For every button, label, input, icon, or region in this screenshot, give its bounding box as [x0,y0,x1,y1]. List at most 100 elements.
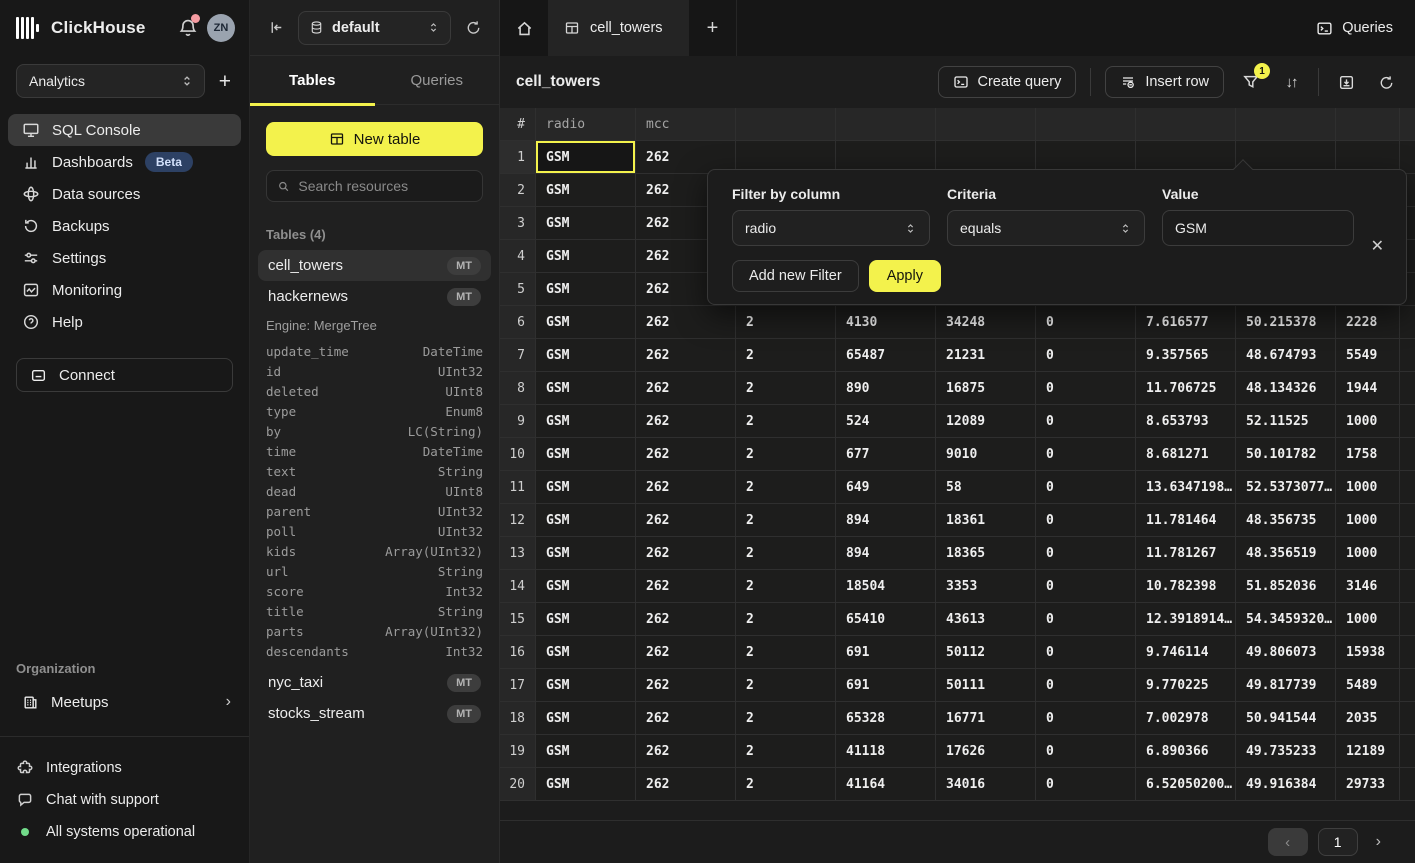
table-cell[interactable]: 9.770225 [1136,669,1236,701]
table-cell[interactable]: 262 [636,636,736,668]
table-cell[interactable]: 50.941544 [1236,702,1336,734]
notifications-bell-icon[interactable] [177,17,199,39]
table-cell[interactable]: 29733 [1336,768,1400,800]
sidebar-item-monitoring[interactable]: Monitoring [8,274,241,306]
table-cell[interactable]: 5489 [1336,669,1400,701]
add-new-filter-button[interactable]: Add new Filter [732,260,859,292]
table-cell[interactable]: 0 [1036,636,1136,668]
table-cell[interactable]: 2 [736,339,836,371]
table-cell[interactable]: 0 [1036,471,1136,503]
column-header[interactable]: # [500,108,536,140]
table-cell[interactable]: 2 [736,471,836,503]
table-cell[interactable]: 2 [736,405,836,437]
table-cell[interactable]: GSM [536,669,636,701]
database-select[interactable]: default [298,11,451,45]
table-cell[interactable]: 1758 [1336,438,1400,470]
sort-button[interactable]: ↓↑ [1278,69,1304,95]
table-cell[interactable]: 48.356735 [1236,504,1336,536]
sidebar-item-backups[interactable]: Backups [8,210,241,242]
table-cell[interactable]: 1000 [1336,471,1400,503]
table-cell[interactable]: GSM [536,471,636,503]
table-cell[interactable]: 49.806073 [1236,636,1336,668]
table-cell[interactable]: 50.101782 [1236,438,1336,470]
table-cell[interactable]: 9.357565 [1136,339,1236,371]
sidebar-item-settings[interactable]: Settings [8,242,241,274]
insert-row-button[interactable]: Insert row [1105,66,1224,98]
add-workspace-button[interactable]: + [217,71,233,92]
table-cell[interactable]: 11.706725 [1136,372,1236,404]
table-cell[interactable]: 3146 [1336,570,1400,602]
table-cell[interactable]: 11.781464 [1136,504,1236,536]
table-cell[interactable]: 2 [736,438,836,470]
table-cell[interactable]: 262 [636,603,736,635]
table-cell[interactable]: 2 [736,669,836,701]
column-header[interactable] [1036,108,1136,140]
table-cell[interactable]: 0 [1036,570,1136,602]
table-cell[interactable]: 262 [636,570,736,602]
table-cell[interactable]: 0 [1036,603,1136,635]
home-icon[interactable] [500,0,548,56]
search-input[interactable] [298,178,472,194]
current-page[interactable]: 1 [1318,828,1358,856]
table-cell[interactable]: GSM [536,636,636,668]
sidebar-item-sql-console[interactable]: SQL Console [8,114,241,146]
table-cell[interactable]: 0 [1036,702,1136,734]
tab-cell-towers[interactable]: cell_towers [548,0,689,56]
table-cell[interactable]: 48.356519 [1236,537,1336,569]
table-cell[interactable]: 677 [836,438,936,470]
filter-value-input[interactable] [1162,210,1354,246]
table-cell[interactable]: 2 [736,504,836,536]
table-cell[interactable]: 5549 [1336,339,1400,371]
table-cell[interactable]: GSM [536,702,636,734]
table-cell[interactable]: 50.215378 [1236,306,1336,338]
table-cell[interactable]: 262 [636,306,736,338]
refresh-tables-icon[interactable] [461,16,485,40]
table-cell[interactable]: GSM [536,735,636,767]
criteria-select[interactable]: equals [947,210,1145,246]
table-cell[interactable]: 65487 [836,339,936,371]
table-cell[interactable]: 18365 [936,537,1036,569]
table-cell[interactable]: 1944 [1336,372,1400,404]
sidebar-footer-item-chat-with-support[interactable]: Chat with support [16,785,233,815]
table-cell[interactable]: 12089 [936,405,1036,437]
table-cell[interactable]: 8.653793 [1136,405,1236,437]
sidebar-footer-item-integrations[interactable]: Integrations [16,753,233,783]
table-cell[interactable]: 6.52050200… [1136,768,1236,800]
table-cell[interactable]: 649 [836,471,936,503]
column-header[interactable] [736,108,836,140]
table-cell[interactable]: 1000 [1336,603,1400,635]
table-cell[interactable]: GSM [536,339,636,371]
table-cell[interactable]: 41164 [836,768,936,800]
next-page-button[interactable]: › [1368,833,1389,851]
table-cell[interactable]: GSM [536,174,636,206]
table-cell[interactable]: 262 [636,735,736,767]
column-header[interactable]: radio [536,108,636,140]
table-cell[interactable]: 0 [1036,438,1136,470]
table-cell[interactable]: 7.616577 [1136,306,1236,338]
table-cell[interactable]: 9010 [936,438,1036,470]
tab-tables[interactable]: Tables [250,56,375,104]
table-cell[interactable]: 262 [636,504,736,536]
table-cell[interactable]: GSM [536,438,636,470]
table-cell[interactable]: GSM [536,306,636,338]
table-cell[interactable]: 54.3459320… [1236,603,1336,635]
close-popup-icon[interactable]: ✕ [1371,236,1384,256]
column-header[interactable] [1336,108,1400,140]
table-cell[interactable]: 2 [736,702,836,734]
table-cell[interactable]: 4130 [836,306,936,338]
table-cell[interactable]: GSM [536,504,636,536]
avatar[interactable]: ZN [207,14,235,42]
table-cell[interactable]: 43613 [936,603,1036,635]
table-cell[interactable]: 17626 [936,735,1036,767]
column-header[interactable] [1236,108,1336,140]
table-cell[interactable]: 691 [836,636,936,668]
filter-button[interactable]: 1 [1238,69,1264,95]
table-cell[interactable]: 10.782398 [1136,570,1236,602]
table-cell[interactable]: 16771 [936,702,1036,734]
column-header[interactable] [936,108,1036,140]
tab-queries[interactable]: Queries [375,56,500,104]
table-cell[interactable]: 262 [636,471,736,503]
table-cell[interactable]: 2035 [1336,702,1400,734]
table-cell[interactable]: 0 [1036,405,1136,437]
table-item-hackernews[interactable]: hackernews MT [258,281,491,312]
